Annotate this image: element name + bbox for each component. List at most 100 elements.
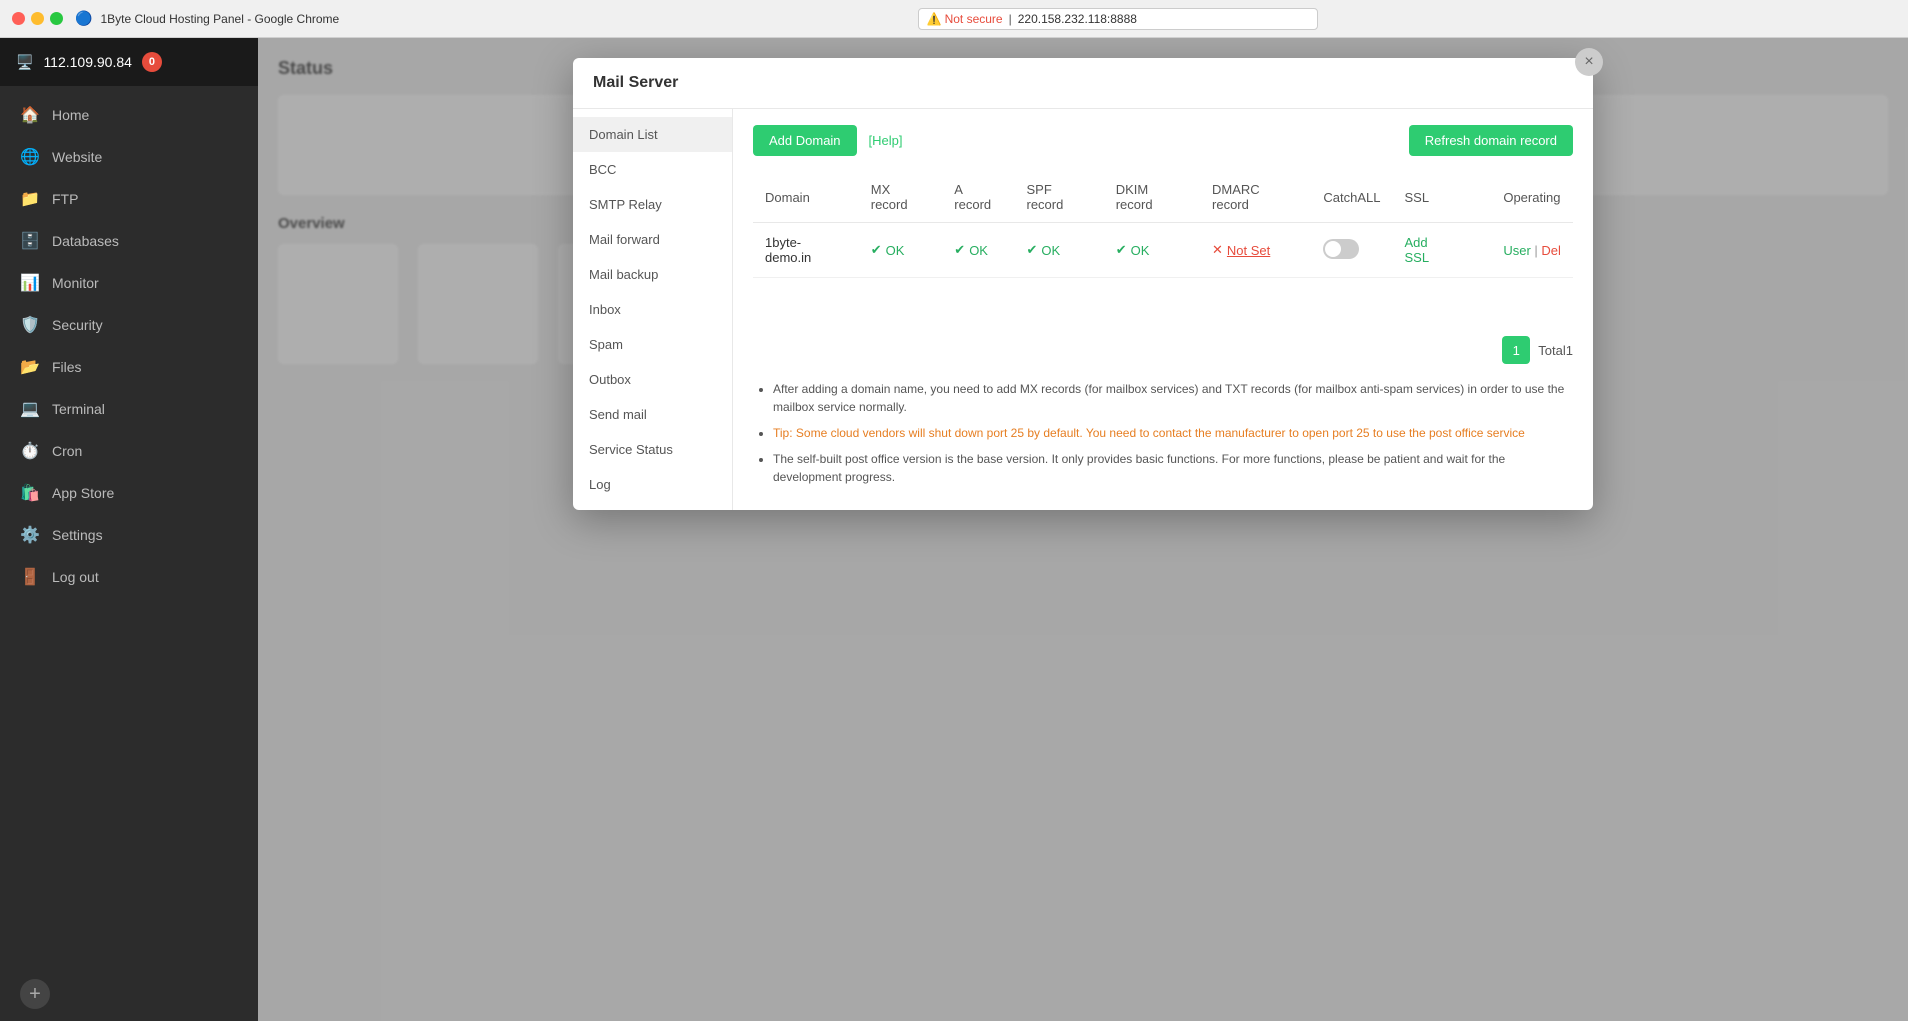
- add-button[interactable]: +: [20, 979, 50, 1009]
- note-2: Tip: Some cloud vendors will shut down p…: [773, 424, 1573, 442]
- monitor-nav-icon: 📊: [20, 273, 40, 293]
- sidebar-header: 🖥️ 112.109.90.84 0: [0, 38, 258, 86]
- appstore-icon: 🛍️: [20, 483, 40, 503]
- logout-icon: 🚪: [20, 567, 40, 587]
- modal-nav-domain-list[interactable]: Domain List: [573, 117, 732, 152]
- sidebar-label-cron: Cron: [52, 443, 82, 459]
- address-bar[interactable]: ⚠️ Not secure | 220.158.232.118:8888: [918, 8, 1318, 30]
- browser-title: 1Byte Cloud Hosting Panel - Google Chrom…: [100, 12, 339, 26]
- page-1-btn[interactable]: 1: [1502, 336, 1530, 364]
- modal-toolbar: Add Domain [Help] Refresh domain record: [753, 125, 1573, 156]
- monitor-icon: 🖥️: [16, 54, 33, 71]
- col-mx: MX record: [859, 172, 943, 223]
- sidebar-item-security[interactable]: 🛡️ Security: [0, 304, 258, 346]
- files-icon: 📂: [20, 357, 40, 377]
- modal-nav-spam[interactable]: Spam: [573, 327, 732, 362]
- content-area: Status Overview Mail Server ×: [258, 38, 1908, 1021]
- dkim-record-status: ✔ OK: [1104, 223, 1200, 278]
- modal-overlay: Mail Server × Domain List BCC SMTP Relay…: [258, 38, 1908, 1021]
- address-text: 220.158.232.118:8888: [1018, 12, 1137, 26]
- modal-nav-service-status[interactable]: Service Status: [573, 432, 732, 467]
- toolbar-left: Add Domain [Help]: [753, 125, 903, 156]
- sidebar-nav: 🏠 Home 🌐 Website 📁 FTP 🗄️ Databases 📊 Mo…: [0, 86, 258, 967]
- not-secure-indicator: ⚠️ Not secure: [927, 12, 1003, 26]
- add-ssl-link[interactable]: Add SSL: [1405, 235, 1430, 265]
- window-maximize-btn[interactable]: [50, 12, 63, 25]
- modal-sidebar-nav: Domain List BCC SMTP Relay Mail forward …: [573, 109, 733, 510]
- sidebar-item-monitor[interactable]: 📊 Monitor: [0, 262, 258, 304]
- sidebar-label-files: Files: [52, 359, 82, 375]
- window-minimize-btn[interactable]: [31, 12, 44, 25]
- sidebar-item-cron[interactable]: ⏱️ Cron: [0, 430, 258, 472]
- modal-nav-log[interactable]: Log: [573, 467, 732, 502]
- cron-icon: ⏱️: [20, 441, 40, 461]
- sidebar-item-appstore[interactable]: 🛍️ App Store: [0, 472, 258, 514]
- modal-nav-outbox[interactable]: Outbox: [573, 362, 732, 397]
- databases-icon: 🗄️: [20, 231, 40, 251]
- cross-icon-dmarc: ✕: [1212, 242, 1223, 258]
- sidebar: 🖥️ 112.109.90.84 0 🏠 Home 🌐 Website 📁 FT…: [0, 38, 258, 1021]
- ftp-icon: 📁: [20, 189, 40, 209]
- browser-icon: 🔵: [75, 10, 92, 27]
- note-3: The self-built post office version is th…: [773, 450, 1573, 486]
- del-link[interactable]: Del: [1541, 243, 1561, 258]
- sidebar-item-logout[interactable]: 🚪 Log out: [0, 556, 258, 598]
- sidebar-label-terminal: Terminal: [52, 401, 105, 417]
- sidebar-label-databases: Databases: [52, 233, 119, 249]
- col-dmarc: DMARC record: [1200, 172, 1311, 223]
- help-button[interactable]: [Help]: [869, 133, 903, 148]
- catchall-toggle[interactable]: [1323, 239, 1359, 259]
- a-record-status: ✔ OK: [942, 223, 1014, 278]
- catchall-toggle-cell: [1311, 223, 1392, 278]
- table-row: 1byte-demo.in ✔ OK: [753, 223, 1573, 278]
- website-icon: 🌐: [20, 147, 40, 167]
- notification-badge: 0: [142, 52, 162, 72]
- add-domain-button[interactable]: Add Domain: [753, 125, 857, 156]
- modal-nav-inbox[interactable]: Inbox: [573, 292, 732, 327]
- sidebar-item-website[interactable]: 🌐 Website: [0, 136, 258, 178]
- sidebar-label-ftp: FTP: [52, 191, 78, 207]
- modal-nav-send-mail[interactable]: Send mail: [573, 397, 732, 432]
- sidebar-label-website: Website: [52, 149, 102, 165]
- sidebar-item-files[interactable]: 📂 Files: [0, 346, 258, 388]
- sidebar-label-appstore: App Store: [52, 485, 114, 501]
- modal-nav-bcc[interactable]: BCC: [573, 152, 732, 187]
- spf-record-status: ✔ OK: [1014, 223, 1103, 278]
- modal-body: Domain List BCC SMTP Relay Mail forward …: [573, 109, 1593, 510]
- browser-bar: 🔵 1Byte Cloud Hosting Panel - Google Chr…: [0, 0, 1908, 38]
- modal-close-button[interactable]: ×: [1575, 48, 1603, 76]
- sidebar-item-ftp[interactable]: 📁 FTP: [0, 178, 258, 220]
- operating-cell: User | Del: [1491, 223, 1573, 278]
- col-dkim: DKIM record: [1104, 172, 1200, 223]
- sidebar-item-databases[interactable]: 🗄️ Databases: [0, 220, 258, 262]
- col-catchall: CatchALL: [1311, 172, 1392, 223]
- col-operating: Operating: [1491, 172, 1573, 223]
- sidebar-item-terminal[interactable]: 💻 Terminal: [0, 388, 258, 430]
- domain-table: Domain MX record A record SPF record DKI…: [753, 172, 1573, 278]
- modal-nav-mail-backup[interactable]: Mail backup: [573, 257, 732, 292]
- sidebar-label-settings: Settings: [52, 527, 103, 543]
- check-icon-mx: ✔: [871, 242, 882, 258]
- modal-title: Mail Server: [593, 74, 678, 92]
- check-icon-a: ✔: [954, 242, 965, 258]
- col-domain: Domain: [753, 172, 859, 223]
- sidebar-label-home: Home: [52, 107, 89, 123]
- page-total: Total1: [1538, 343, 1573, 358]
- spacer-cell: [1467, 223, 1491, 278]
- modal-nav-smtp-relay[interactable]: SMTP Relay: [573, 187, 732, 222]
- home-icon: 🏠: [20, 105, 40, 125]
- sidebar-footer: +: [0, 967, 258, 1021]
- sidebar-label-logout: Log out: [52, 569, 99, 585]
- modal-nav-mail-forward[interactable]: Mail forward: [573, 222, 732, 257]
- col-a: A record: [942, 172, 1014, 223]
- check-icon-spf: ✔: [1026, 242, 1037, 258]
- refresh-domain-button[interactable]: Refresh domain record: [1409, 125, 1573, 156]
- window-close-btn[interactable]: [12, 12, 25, 25]
- window-controls: [12, 12, 63, 25]
- user-link[interactable]: User: [1503, 243, 1530, 258]
- sidebar-label-security: Security: [52, 317, 103, 333]
- mail-server-modal: Mail Server × Domain List BCC SMTP Relay…: [573, 58, 1593, 510]
- modal-main-content: Add Domain [Help] Refresh domain record …: [733, 109, 1593, 510]
- sidebar-item-settings[interactable]: ⚙️ Settings: [0, 514, 258, 556]
- sidebar-item-home[interactable]: 🏠 Home: [0, 94, 258, 136]
